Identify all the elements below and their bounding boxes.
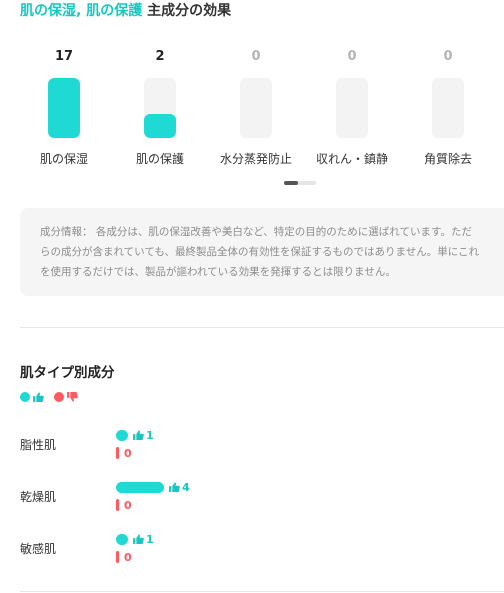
legend-bad: [54, 392, 78, 402]
effect-count: 2: [155, 49, 165, 64]
skin-type-legend: [20, 390, 88, 404]
ingredient-info-box: 成分情報： 各成分は、肌の保湿改善や美白など、特定の目的のために選ばれています。…: [20, 208, 504, 296]
good-line: 1: [116, 427, 154, 443]
good-line: 1: [116, 531, 154, 547]
effect-label: 肌の保湿: [39, 152, 88, 166]
effect-track: [336, 78, 368, 138]
carousel-scroll-indicator[interactable]: [284, 181, 316, 185]
bad-line: 0: [116, 549, 154, 565]
good-bar: [116, 429, 128, 441]
section-divider: [20, 327, 504, 328]
effect-count: 0: [251, 49, 261, 64]
bad-dot-icon: [54, 392, 64, 402]
skin-row-bars: 1 0: [116, 531, 154, 567]
bad-bar: [116, 447, 119, 459]
effect-track: [432, 78, 464, 138]
good-bar: [116, 533, 128, 545]
effect-item[interactable]: 2 肌の保護: [112, 48, 208, 167]
effect-track: [48, 78, 80, 138]
effect-item[interactable]: 0 水分蒸発防止: [208, 48, 304, 167]
skin-row-oily: 脂性肌 1 0: [20, 427, 504, 467]
effect-track: [240, 78, 272, 138]
title-rest: 主成分の効果: [142, 3, 232, 19]
info-text-line: を使用するだけでは、製品が謳われている効果を発揮するとは限りません。: [40, 266, 396, 278]
legend-good: [20, 392, 44, 402]
page-title: 肌の保湿, 肌の保護 主成分の効果: [20, 0, 231, 20]
bad-line: 0: [116, 497, 190, 513]
skin-type-name: 乾燥肌: [20, 490, 57, 504]
good-count: 1: [146, 428, 154, 442]
thumbs-up-icon: [133, 430, 144, 440]
effect-item[interactable]: 0 角質除去: [400, 48, 496, 167]
effect-count: 0: [347, 49, 357, 64]
bad-bar: [116, 499, 119, 511]
effect-item[interactable]: 0 収れん・鎮静: [304, 48, 400, 167]
thumbs-up-icon: [169, 482, 180, 492]
good-bar: [116, 481, 164, 493]
effect-label: 肌の保護: [135, 152, 184, 166]
effect-count: 17: [54, 49, 74, 64]
title-highlight: 肌の保湿, 肌の保護: [20, 3, 143, 19]
effect-label: 角質除去: [423, 152, 472, 166]
bad-bar: [116, 551, 119, 563]
effect-label: 収れん・鎮静: [315, 152, 388, 166]
effect-track: [144, 78, 176, 138]
effect-label: 水分蒸発防止: [219, 152, 292, 166]
skin-type-title: 肌タイプ別成分: [20, 365, 115, 381]
thumbs-up-icon: [133, 534, 144, 544]
thumbs-up-icon: [33, 392, 44, 402]
skin-type-name: 敏感肌: [20, 542, 57, 556]
skin-row-bars: 1 0: [116, 427, 154, 463]
effect-count: 0: [443, 49, 453, 64]
skin-type-name: 脂性肌: [20, 438, 57, 452]
effects-carousel[interactable]: 17 肌の保湿 2 肌の保護 0 水分蒸発防止 0 収れん・鎮静 0 角質除去: [16, 48, 504, 178]
section-divider: [20, 591, 504, 592]
thumbs-down-icon: [67, 392, 78, 402]
bad-count: 0: [124, 446, 132, 460]
good-count: 1: [146, 532, 154, 546]
effect-fill: [144, 114, 176, 138]
info-text-line: らの成分が含まれていても、最終製品全体の有効性を保証するものではありません。単に…: [40, 246, 480, 258]
skin-row-sensitive: 敏感肌 1 0: [20, 531, 504, 571]
bad-line: 0: [116, 445, 154, 461]
effect-item[interactable]: 17 肌の保湿: [16, 48, 112, 167]
info-text-line: 成分情報： 各成分は、肌の保湿改善や美白など、特定の目的のために選ばれています。…: [40, 226, 472, 238]
good-dot-icon: [20, 392, 30, 402]
bad-count: 0: [124, 550, 132, 564]
skin-row-dry: 乾燥肌 4 0: [20, 479, 504, 519]
bad-count: 0: [124, 498, 132, 512]
skin-row-bars: 4 0: [116, 479, 190, 515]
good-line: 4: [116, 479, 190, 495]
good-count: 4: [182, 480, 190, 494]
effect-fill: [48, 78, 80, 138]
scroll-indicator-thumb[interactable]: [284, 181, 298, 185]
